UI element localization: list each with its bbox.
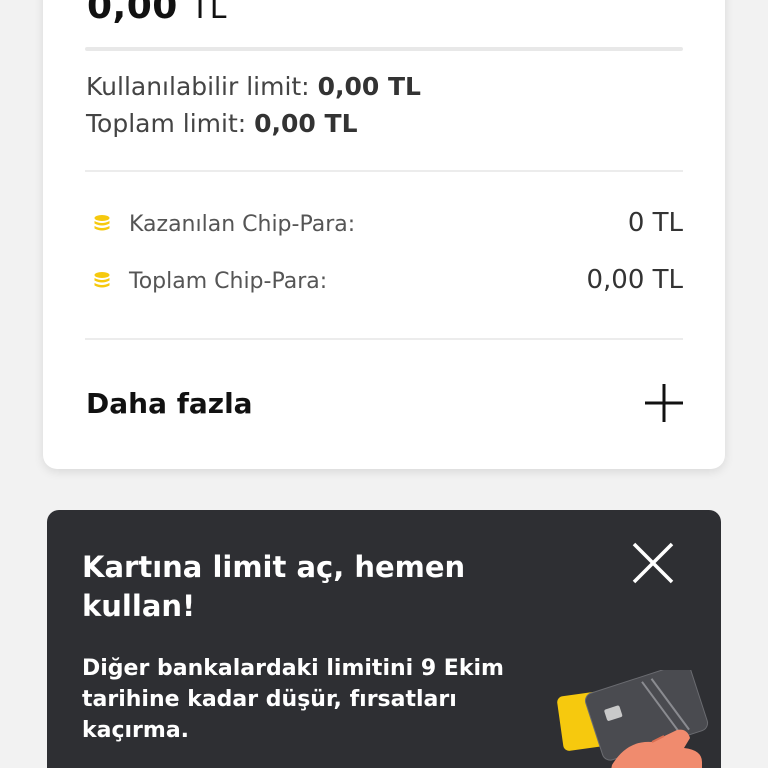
coin-stack-icon (94, 272, 110, 288)
close-icon[interactable] (630, 540, 676, 586)
more-details-toggle[interactable]: Daha fazla (86, 375, 686, 435)
plus-icon[interactable] (642, 381, 686, 425)
balance-divider (85, 47, 683, 51)
earned-chip-para-value: 0 TL (627, 208, 683, 238)
coin-stack-icon (94, 215, 110, 231)
available-limit-label: Kullanılabilir limit: (86, 72, 310, 101)
earned-chip-para-row: Kazanılan Chip-Para: 0 TL (93, 208, 683, 242)
promo-title: Kartına limit aç, hemen kullan! (82, 550, 466, 623)
more-label: Daha fazla (86, 387, 253, 420)
section-divider (85, 170, 683, 172)
total-limit-value: 0,00 TL (254, 109, 358, 138)
balance-amount: 0,00 TL (87, 0, 227, 31)
balance-value: 0,00 (87, 0, 178, 27)
credit-card-hand-icon (557, 670, 709, 768)
promo-banner: Kartına limit aç, hemen kullan! Diğer ba… (47, 510, 721, 768)
total-chip-para-value: 0,00 TL (586, 265, 683, 295)
total-chip-para-row: Toplam Chip-Para: 0,00 TL (93, 265, 683, 299)
available-limit-value: 0,00 TL (317, 72, 421, 101)
account-card: 0,00 TL Kullanılabilir limit: 0,00 TL To… (43, 0, 725, 469)
section-divider (85, 338, 683, 340)
promo-text: Diğer bankalardaki limitini 9 Ekim tarih… (82, 656, 504, 743)
available-limit: Kullanılabilir limit: 0,00 TL (86, 72, 421, 102)
total-limit: Toplam limit: 0,00 TL (86, 109, 358, 139)
screen: 0,00 TL Kullanılabilir limit: 0,00 TL To… (0, 0, 768, 768)
earned-chip-para-label: Kazanılan Chip-Para: (129, 212, 356, 237)
total-limit-label: Toplam limit: (86, 109, 247, 138)
balance-currency: TL (190, 0, 227, 26)
total-chip-para-label: Toplam Chip-Para: (129, 269, 328, 294)
